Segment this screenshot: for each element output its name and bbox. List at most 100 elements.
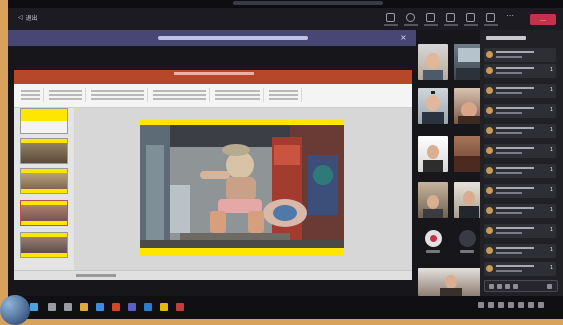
- powerpoint-icon[interactable]: [112, 303, 120, 311]
- leave-button[interactable]: …: [530, 14, 556, 25]
- chat-compose-box[interactable]: [484, 280, 558, 292]
- send-icon[interactable]: [547, 284, 552, 289]
- corner-decoration: [0, 295, 30, 325]
- avatar: [486, 265, 493, 272]
- meeting-window: ◁ 退出 ⋯ … × 1 1 1 1 1 1 1 1 1 1 1: [8, 0, 563, 319]
- participant-video[interactable]: [418, 182, 448, 218]
- chat-message[interactable]: 1: [484, 244, 556, 258]
- shared-powerpoint-window: [14, 70, 412, 280]
- chat-message[interactable]: 1: [484, 184, 556, 198]
- microphone-icon[interactable]: [406, 13, 415, 22]
- share-label: [424, 24, 438, 26]
- ribbon-group-paragraph[interactable]: [150, 88, 210, 102]
- slide-counter: [76, 274, 116, 277]
- ribbon-group-font[interactable]: [88, 88, 148, 102]
- chat-message[interactable]: [484, 48, 556, 62]
- app-icon[interactable]: [176, 303, 184, 311]
- ppt-title-text: [174, 72, 254, 75]
- edge-icon[interactable]: [96, 303, 104, 311]
- app-icon[interactable]: [160, 303, 168, 311]
- teams-icon[interactable]: [128, 303, 136, 311]
- microphone-off-icon: [430, 235, 437, 242]
- chat-message[interactable]: 1: [484, 84, 556, 98]
- chat-message[interactable]: 1: [484, 64, 556, 78]
- gif-icon[interactable]: [513, 284, 518, 289]
- temple-sculpture-photo: [140, 125, 344, 248]
- camera-label: [384, 24, 398, 26]
- chat-panel: 1 1 1 1 1 1 1 1 1 1 1: [480, 30, 563, 296]
- attach-icon[interactable]: [497, 284, 502, 289]
- more-icon[interactable]: ⋯: [506, 11, 515, 20]
- message-count: 1: [549, 247, 553, 253]
- chat-message[interactable]: 1: [484, 224, 556, 238]
- avatar: [486, 107, 493, 114]
- windows-start-icon[interactable]: [30, 303, 38, 311]
- chat-label: [484, 24, 498, 26]
- participant-video-large[interactable]: [418, 268, 484, 296]
- message-count: 1: [549, 187, 553, 193]
- chat-message[interactable]: 1: [484, 144, 556, 158]
- slide-thumbnail[interactable]: [20, 168, 68, 194]
- message-count: 1: [549, 147, 553, 153]
- raise-hand-label: [444, 24, 458, 26]
- camera-icon[interactable]: [386, 13, 395, 22]
- participant-video[interactable]: [418, 136, 448, 172]
- chat-message[interactable]: 1: [484, 104, 556, 118]
- ppt-title-bar: [14, 70, 412, 78]
- chat-header: [486, 36, 526, 40]
- people-label: [464, 24, 478, 26]
- avatar: [486, 51, 493, 58]
- notification-banner: ×: [8, 30, 416, 46]
- avatar: [486, 187, 493, 194]
- ppt-ribbon: [14, 84, 412, 108]
- participant-video[interactable]: [418, 44, 448, 80]
- notification-text: [158, 36, 308, 40]
- chat-icon[interactable]: [486, 13, 495, 22]
- chat-message[interactable]: 1: [484, 164, 556, 178]
- slide-thumbnail[interactable]: [20, 138, 68, 164]
- message-count: 1: [549, 107, 553, 113]
- camera-toggle-button[interactable]: [459, 230, 476, 247]
- file-explorer-icon[interactable]: [80, 303, 88, 311]
- avatar: [486, 167, 493, 174]
- chat-message[interactable]: 1: [484, 262, 556, 276]
- message-count: 1: [549, 265, 553, 271]
- raise-hand-icon[interactable]: [446, 13, 455, 22]
- word-icon[interactable]: [144, 303, 152, 311]
- search-icon[interactable]: [48, 303, 56, 311]
- exit-label: 退出: [25, 15, 38, 22]
- window-title-text: [233, 1, 383, 5]
- participant-video[interactable]: [418, 88, 448, 124]
- ribbon-group-editing[interactable]: [266, 88, 302, 102]
- message-count: 1: [549, 87, 553, 93]
- slide-thumbnail-selected[interactable]: [20, 200, 68, 226]
- avatar: [486, 207, 493, 214]
- system-tray: [478, 302, 558, 312]
- slide-thumbnails-pane: [14, 108, 74, 270]
- share-icon[interactable]: [426, 13, 435, 22]
- chat-message[interactable]: 1: [484, 124, 556, 138]
- microphone-label: [404, 24, 418, 26]
- people-icon[interactable]: [466, 13, 475, 22]
- close-icon[interactable]: ×: [400, 33, 407, 42]
- camera-toggle-label: [460, 250, 474, 253]
- ribbon-group-drawing[interactable]: [212, 88, 264, 102]
- mute-button[interactable]: [425, 230, 442, 247]
- exit-button[interactable]: ◁ 退出: [18, 13, 38, 22]
- mute-label: [426, 250, 440, 253]
- task-view-icon[interactable]: [64, 303, 72, 311]
- format-icon[interactable]: [489, 284, 494, 289]
- ribbon-group-slides[interactable]: [46, 88, 86, 102]
- slide-thumbnail[interactable]: [20, 232, 68, 258]
- slide-editing-area[interactable]: [74, 108, 412, 270]
- ribbon-group-clipboard[interactable]: [18, 88, 44, 102]
- current-slide[interactable]: [140, 120, 344, 256]
- message-count: 1: [549, 207, 553, 213]
- message-count: 1: [549, 127, 553, 133]
- message-count: 1: [549, 227, 553, 233]
- avatar: [486, 227, 493, 234]
- chat-message[interactable]: 1: [484, 204, 556, 218]
- emoji-icon[interactable]: [505, 284, 510, 289]
- slide-thumbnail[interactable]: [20, 108, 68, 134]
- back-arrow-icon: ◁: [18, 14, 23, 21]
